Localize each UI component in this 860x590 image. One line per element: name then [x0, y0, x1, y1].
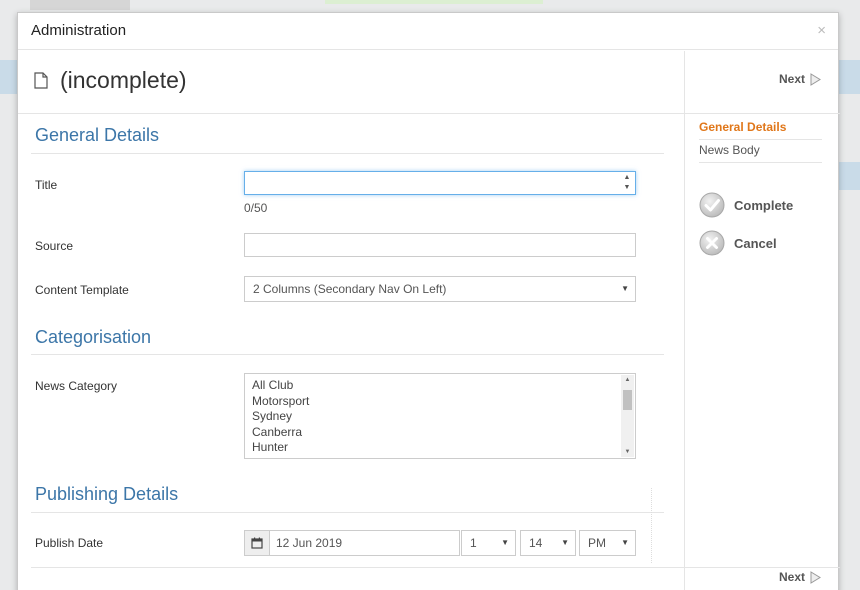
section-categorisation: Categorisation [35, 327, 152, 347]
publish-date-input[interactable]: 12 Jun 2019 [244, 530, 460, 556]
chevron-down-icon: ▼ [621, 538, 629, 547]
divider [685, 567, 840, 568]
list-item[interactable]: Canberra [245, 425, 635, 441]
check-circle-icon [699, 192, 725, 218]
wizard-sidebar: Next General Details News Body Complete [684, 51, 840, 590]
close-icon[interactable]: × [817, 22, 826, 39]
title-label: Title [35, 178, 58, 192]
modal-header: Administration × [18, 13, 838, 50]
publish-date-label: Publish Date [35, 536, 104, 550]
next-label: Next [778, 570, 805, 584]
complete-label: Complete [734, 197, 794, 213]
section-general-details: General Details [35, 125, 160, 145]
x-circle-icon [699, 230, 725, 256]
title-spinner[interactable]: ▲ ▼ [621, 174, 633, 192]
chevron-down-icon: ▼ [621, 284, 629, 293]
scroll-down-icon[interactable]: ▼ [621, 449, 634, 455]
publish-date-value: 12 Jun 2019 [276, 536, 343, 550]
source-label: Source [35, 239, 74, 253]
divider [18, 113, 684, 114]
hour-select[interactable]: 1 ▼ [461, 530, 516, 556]
scrollbar-thumb[interactable] [623, 390, 632, 410]
divider [31, 512, 664, 513]
backdrop-chip [838, 162, 860, 190]
next-button-bottom[interactable]: Next [779, 570, 821, 584]
divider [31, 354, 664, 355]
divider [685, 113, 840, 114]
minute-value: 14 [529, 536, 543, 550]
list-item[interactable]: Hunter [245, 440, 635, 456]
complete-button[interactable]: Complete [699, 192, 793, 218]
next-label: Next [778, 72, 805, 86]
next-arrow-icon [810, 570, 821, 584]
list-item[interactable]: Sydney [245, 409, 635, 425]
spin-down-icon[interactable]: ▼ [624, 184, 631, 192]
divider [31, 153, 664, 154]
cancel-label: Cancel [734, 235, 777, 251]
ampm-select[interactable]: PM ▼ [579, 530, 636, 556]
content-template-select[interactable]: 2 Columns (Secondary Nav On Left) ▼ [244, 276, 636, 302]
news-category-label: News Category [35, 379, 118, 393]
content-template-label: Content Template [35, 283, 129, 297]
list-item[interactable]: Motorsport [245, 394, 635, 410]
form-main: (incomplete) General Details Title ▲ ▼ 0… [18, 51, 804, 590]
calendar-icon[interactable] [245, 531, 270, 555]
cancel-button[interactable]: Cancel [699, 230, 777, 256]
page-title: (incomplete) [60, 67, 187, 93]
ampm-value: PM [588, 536, 606, 550]
source-input[interactable] [244, 233, 636, 257]
title-char-counter: 0/50 [244, 201, 268, 215]
administration-modal: Administration × (incomplete) General De… [17, 12, 840, 590]
chevron-down-icon: ▼ [561, 538, 569, 547]
spin-up-icon[interactable]: ▲ [624, 174, 631, 182]
backdrop-tab [30, 0, 130, 10]
step-news-body[interactable]: News Body [699, 143, 822, 163]
news-category-listbox[interactable]: All Club Motorsport Sydney Canberra Hunt… [244, 373, 636, 459]
chevron-down-icon: ▼ [501, 538, 509, 547]
list-item[interactable]: All Club [245, 378, 635, 394]
content-template-value: 2 Columns (Secondary Nav On Left) [253, 282, 447, 296]
document-icon [34, 72, 48, 89]
dotted-separator [651, 488, 652, 563]
next-arrow-icon [810, 72, 821, 86]
scroll-up-icon[interactable]: ▲ [621, 377, 634, 383]
step-general-details[interactable]: General Details [699, 120, 822, 140]
title-input[interactable]: ▲ ▼ [244, 171, 636, 195]
backdrop-strip [325, 0, 543, 4]
listbox-scrollbar[interactable]: ▲ ▼ [621, 375, 634, 457]
hour-value: 1 [470, 536, 477, 550]
page-heading: (incomplete) [34, 67, 187, 94]
section-publishing-details: Publishing Details [35, 484, 179, 504]
minute-select[interactable]: 14 ▼ [520, 530, 576, 556]
modal-title: Administration [31, 22, 127, 39]
next-button-top[interactable]: Next [779, 72, 821, 86]
